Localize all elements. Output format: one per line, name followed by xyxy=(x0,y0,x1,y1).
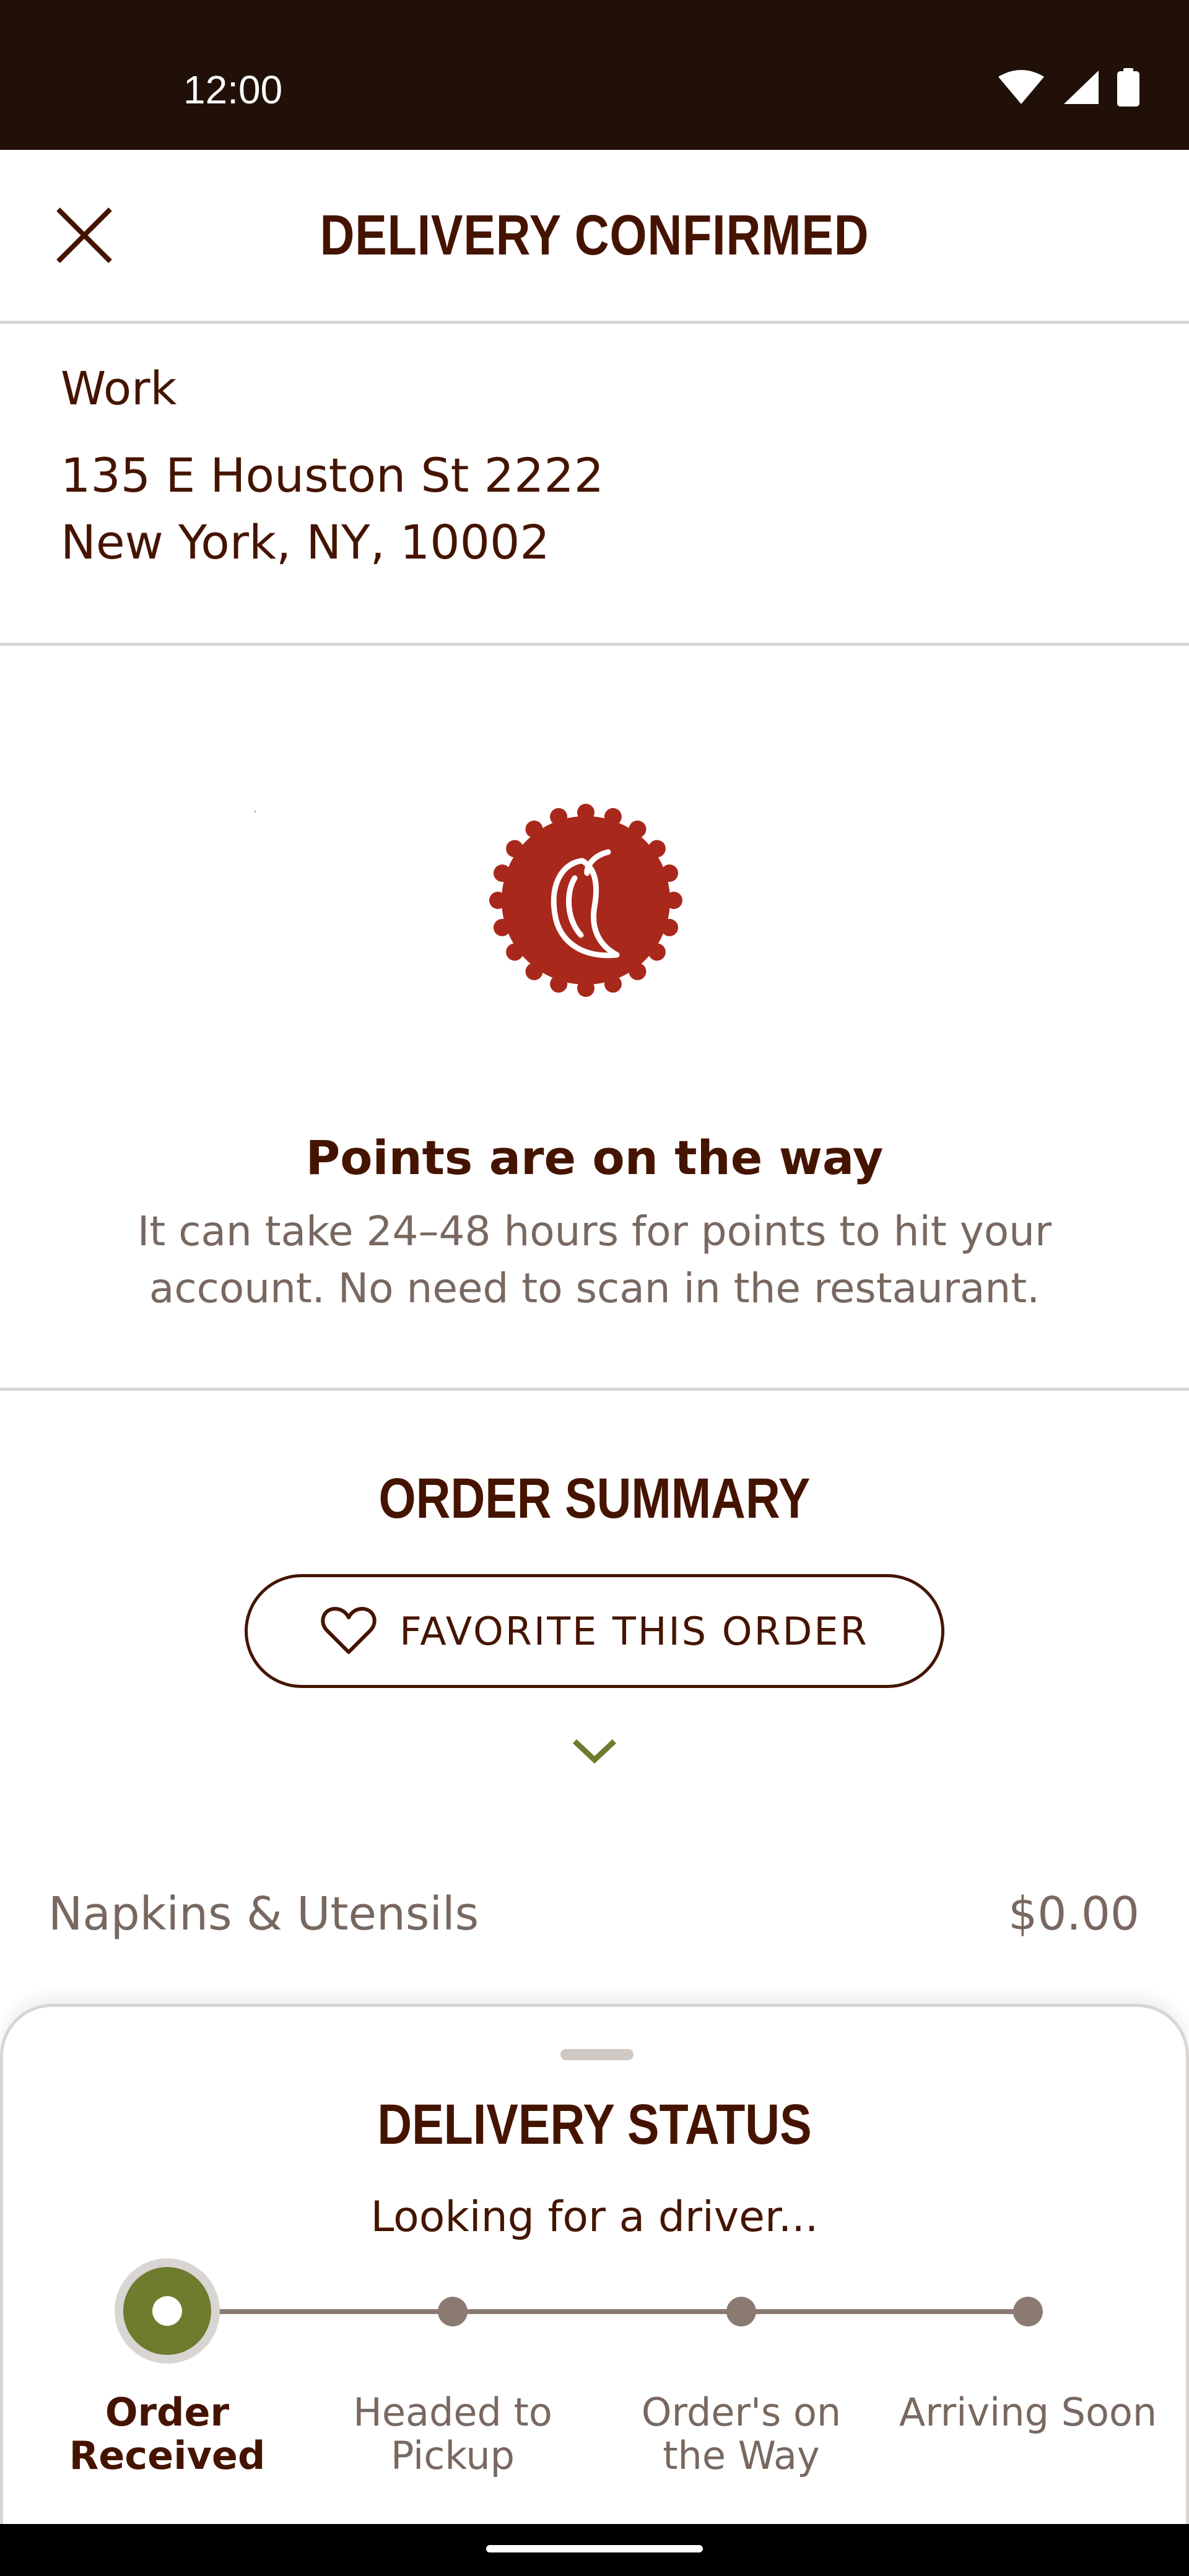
progress-track xyxy=(167,2309,1028,2314)
home-indicator[interactable] xyxy=(486,2545,703,2552)
points-section: · Points are on the way It can take 24–4… xyxy=(0,646,1189,1391)
address-line-1: 135 E Houston St 2222 xyxy=(61,448,604,503)
order-summary-section: ORDER SUMMARY FAVORITE THIS ORDER Napkin… xyxy=(0,1391,1189,2004)
system-nav-bar xyxy=(0,2524,1189,2576)
points-description: It can take 24–48 hours for points to hi… xyxy=(137,1208,1052,1312)
step-label-order-received: Order Received xyxy=(69,2390,266,2478)
close-button[interactable] xyxy=(50,201,119,270)
close-icon xyxy=(56,207,112,263)
delivery-status-sheet[interactable]: DELIVERY STATUS Looking for a driver... … xyxy=(0,2004,1189,2524)
step-indicator xyxy=(726,2297,756,2326)
address-line-2: New York, NY, 10002 xyxy=(61,515,550,570)
delivery-status-title: DELIVERY STATUS xyxy=(377,2093,812,2156)
sheet-drag-handle[interactable] xyxy=(560,2049,634,2060)
address-label: Work xyxy=(61,362,177,416)
line-item-name: Napkins & Utensils xyxy=(48,1887,479,1941)
chevron-down-icon[interactable] xyxy=(571,1735,618,1766)
line-item-price: $0.00 xyxy=(1008,1887,1139,1941)
status-time: 12:00 xyxy=(183,67,283,112)
wifi-icon xyxy=(998,70,1044,104)
battery-icon xyxy=(1117,68,1139,107)
favorite-order-label: FAVORITE THIS ORDER xyxy=(399,1608,869,1654)
heart-icon xyxy=(321,1607,377,1654)
status-bar: 12:00 xyxy=(0,0,1189,150)
sparkle-icon: · xyxy=(253,803,258,820)
delivery-status-subtitle: Looking for a driver... xyxy=(370,2193,819,2242)
status-icons xyxy=(997,68,1139,107)
page-title: DELIVERY CONFIRMED xyxy=(320,203,869,267)
cell-signal-icon xyxy=(1064,71,1099,104)
step-indicator xyxy=(438,2297,468,2326)
step-label-headed-to-pickup: Headed to Pickup xyxy=(353,2390,552,2478)
step-label-orders-on-the-way: Order's on the Way xyxy=(641,2390,842,2478)
points-title: Points are on the way xyxy=(305,1130,884,1185)
order-summary-title: ORDER SUMMARY xyxy=(378,1467,811,1530)
step-indicator xyxy=(1013,2297,1043,2326)
delivery-address: Work 135 E Houston St 2222 New York, NY,… xyxy=(0,324,1189,646)
favorite-order-button[interactable]: FAVORITE THIS ORDER xyxy=(245,1574,944,1688)
step-indicator-center xyxy=(152,2296,182,2326)
chili-pepper-badge-icon xyxy=(489,804,682,997)
line-item: Napkins & Utensils $0.00 xyxy=(48,1887,1139,1941)
app-header: DELIVERY CONFIRMED xyxy=(0,150,1189,324)
step-label-arriving-soon: Arriving Soon xyxy=(899,2390,1157,2435)
